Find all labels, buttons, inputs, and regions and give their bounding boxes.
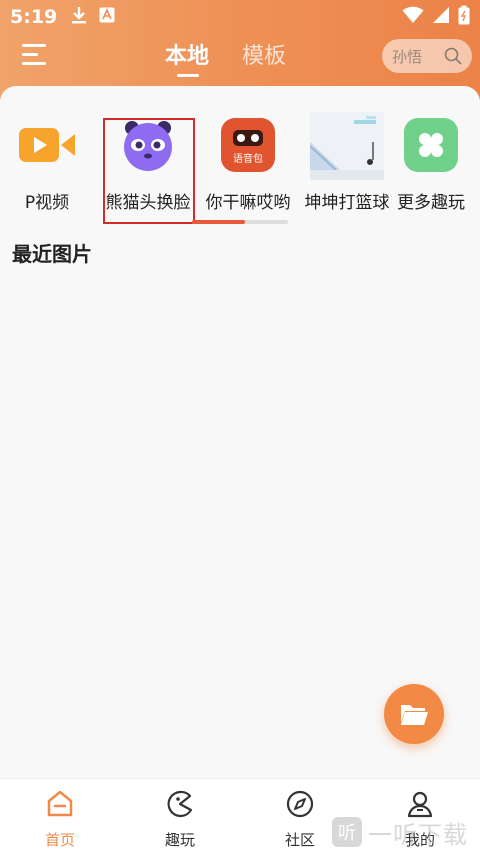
folder-icon bbox=[401, 705, 428, 725]
tool-label: 你干嘛哎哟 bbox=[205, 193, 291, 213]
clover-icon bbox=[404, 118, 458, 172]
search-box[interactable]: 孙悟 bbox=[382, 39, 472, 73]
video-camera-icon bbox=[17, 118, 77, 172]
nav-label: 首页 bbox=[44, 831, 75, 849]
pacman-icon bbox=[167, 790, 193, 818]
status-bar: 5:19 bbox=[0, 0, 480, 34]
voice-pack-icon: 语音包 bbox=[221, 118, 275, 172]
nav-fun[interactable]: 趣玩 bbox=[140, 789, 220, 850]
content-panel: P视频 熊猫头换脸 语音包 你干嘛哎哟 坤坤打篮球 更多趣玩 最近图片 bbox=[0, 86, 480, 778]
nav-label: 趣玩 bbox=[164, 831, 195, 849]
top-nav: 本地 模板 孙悟 bbox=[0, 34, 480, 84]
watermark-badge: 听 bbox=[332, 817, 362, 847]
tool-label: P视频 bbox=[24, 193, 70, 213]
basketball-game-icon bbox=[309, 112, 384, 180]
voice-pack-badge: 语音包 bbox=[233, 152, 263, 165]
tab-template[interactable]: 模板 bbox=[242, 38, 286, 70]
wifi-icon bbox=[402, 6, 424, 28]
tab-local[interactable]: 本地 bbox=[165, 38, 209, 77]
battery-icon bbox=[458, 5, 470, 29]
tool-label: 更多趣玩 bbox=[397, 193, 465, 213]
watermark-text: 一听下载 bbox=[368, 820, 468, 849]
home-icon bbox=[47, 790, 73, 817]
watermark: 听 一听下载 bbox=[332, 812, 480, 852]
signal-icon bbox=[432, 6, 450, 28]
tool-p-video[interactable]: P视频 bbox=[0, 116, 96, 213]
tool-scroll-thumb bbox=[192, 220, 245, 224]
tool-strip: P视频 熊猫头换脸 语音包 你干嘛哎哟 坤坤打篮球 更多趣玩 bbox=[0, 112, 480, 226]
compass-icon bbox=[286, 790, 314, 818]
search-text: 孙悟 bbox=[392, 47, 423, 66]
menu-icon[interactable] bbox=[22, 44, 48, 70]
status-time: 5:19 bbox=[10, 6, 58, 28]
search-icon bbox=[444, 47, 462, 65]
highlight-box bbox=[103, 118, 195, 224]
tool-voice-pack[interactable]: 语音包 你干嘛哎哟 bbox=[199, 116, 297, 213]
tool-more-fun[interactable]: 更多趣玩 bbox=[382, 116, 480, 213]
tool-scroll-track bbox=[192, 220, 288, 224]
nav-home[interactable]: 首页 bbox=[20, 789, 100, 850]
nav-label: 社区 bbox=[284, 831, 315, 849]
a-badge-icon bbox=[99, 7, 115, 27]
download-icon bbox=[71, 6, 87, 28]
nav-community[interactable]: 社区 bbox=[260, 789, 340, 850]
section-title: 最近图片 bbox=[12, 242, 92, 266]
open-folder-button[interactable] bbox=[384, 684, 444, 744]
